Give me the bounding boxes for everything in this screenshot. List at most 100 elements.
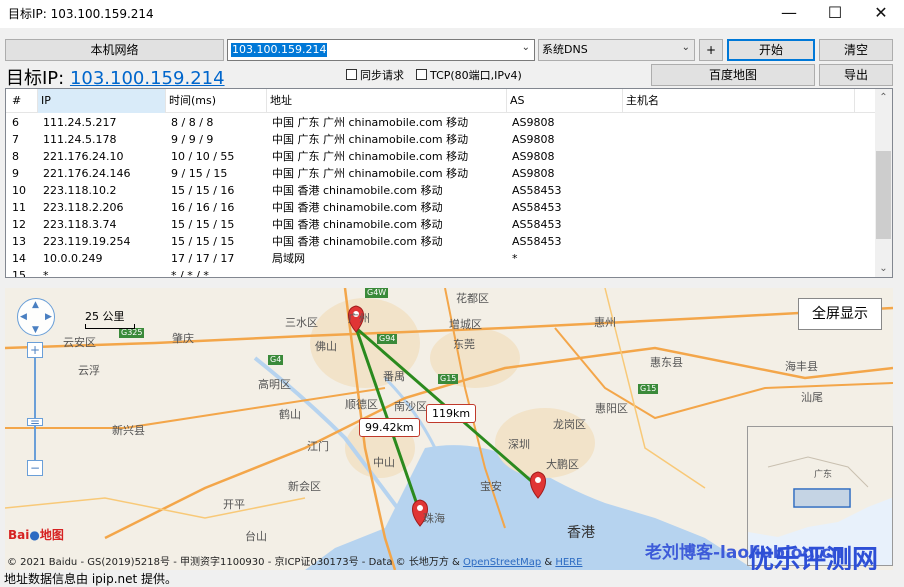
cell-index: 14 (12, 252, 26, 265)
cell-as: AS58453 (512, 184, 562, 197)
table-row[interactable]: 8 221.176.24.10 10 / 10 / 55 中国 广东 广州 china… (6, 148, 876, 165)
chevron-down-icon: ⌄ (681, 42, 690, 53)
cell-index: 13 (12, 235, 26, 248)
target-ip-link[interactable]: 103.100.159.214 (70, 68, 225, 89)
map-copyright: © 2021 Baidu - GS(2019)5218号 - 甲测资字11009… (7, 553, 582, 568)
place-panyu: 番禺 (383, 370, 405, 383)
place-nansha: 南沙区 (394, 400, 427, 413)
place-heshan: 鹤山 (279, 408, 301, 421)
table-row[interactable]: 10 223.118.10.2 15 / 15 / 16 中国 香港 chinamob… (6, 182, 876, 199)
place-huadu: 花都区 (456, 292, 489, 305)
cell-address: 中国 香港 chinamobile.com 移动 (272, 201, 443, 214)
table-row[interactable]: 13 223.119.19.254 15 / 15 / 15 中国 香港 chinam… (6, 233, 876, 250)
cell-as: AS9808 (512, 150, 555, 163)
distance-label-hongkong: 119km (426, 404, 477, 423)
here-link[interactable]: HERE (555, 557, 582, 568)
tcp-checkbox[interactable]: TCP(80端口,IPv4) (416, 67, 522, 83)
cell-ip: 221.176.24.10 (43, 150, 124, 163)
table-row[interactable]: 12 223.118.3.74 15 / 15 / 15 中国 香港 chinamob… (6, 216, 876, 233)
pan-up-icon[interactable]: ▲ (32, 300, 39, 310)
ip-input-value: 103.100.159.214 (231, 43, 328, 57)
header-address[interactable]: 地址 (267, 89, 507, 113)
table-row[interactable]: 14 10.0.0.249 17 / 17 / 17 局域网 * (6, 250, 876, 267)
place-haifeng: 海丰县 (785, 360, 818, 373)
close-button[interactable]: ✕ (858, 0, 904, 28)
osm-link[interactable]: OpenStreetMap (463, 557, 541, 568)
fullscreen-button[interactable]: 全屏显示 (798, 298, 882, 330)
map-zoom-control[interactable]: + = − (27, 342, 43, 482)
header-index[interactable]: # (6, 89, 38, 113)
dns-select-value: 系统DNS (542, 43, 588, 56)
baidu-map-button[interactable]: 百度地图 (651, 64, 815, 86)
cell-time: 15 / 15 / 15 (171, 218, 235, 231)
place-dapeng: 大鹏区 (546, 458, 579, 471)
table-row[interactable]: 7 111.24.5.178 9 / 9 / 9 中国 广东 广州 chinamobi… (6, 131, 876, 148)
table-row[interactable]: 9 221.176.24.146 9 / 15 / 15 中国 广东 广州 china… (6, 165, 876, 182)
scroll-up-icon[interactable]: ⌃ (875, 89, 892, 106)
zoom-out-button[interactable]: − (27, 460, 43, 476)
cell-ip: 10.0.0.249 (43, 252, 103, 265)
sync-request-label: 同步请求 (360, 69, 404, 82)
cell-time: 17 / 17 / 17 (171, 252, 235, 265)
road-sign-g4: G4 (268, 355, 284, 365)
scroll-down-icon[interactable]: ⌄ (875, 260, 892, 277)
dns-select[interactable]: 系统DNS ⌄ (538, 39, 695, 61)
cell-index: 12 (12, 218, 26, 231)
cell-index: 7 (12, 133, 19, 146)
road-sign-g94: G94 (377, 334, 398, 344)
export-button[interactable]: 导出 (819, 64, 893, 86)
cell-ip: 223.118.10.2 (43, 184, 117, 197)
minimize-button[interactable]: — (766, 0, 812, 28)
baidu-logo-text: Bai (8, 528, 30, 542)
table-row[interactable]: 15 * * / * / * (6, 267, 876, 278)
cell-ip: 223.118.2.206 (43, 201, 124, 214)
zoom-track[interactable] (34, 358, 36, 466)
cell-address: 局域网 (272, 252, 305, 265)
place-sanshui: 三水区 (285, 316, 318, 329)
cell-index: 10 (12, 184, 26, 197)
map-pan-control[interactable]: ▲ ▼ ◀ ▶ (17, 298, 55, 336)
place-zhongshan: 中山 (373, 456, 395, 469)
place-longgang: 龙岗区 (553, 418, 586, 431)
pan-right-icon[interactable]: ▶ (45, 312, 52, 322)
cell-time: * / * / * (171, 269, 209, 278)
clear-button[interactable]: 清空 (819, 39, 893, 61)
local-network-button[interactable]: 本机网络 (5, 39, 224, 61)
header-time[interactable]: 时间(ms) (166, 89, 267, 113)
ip-input-combo[interactable]: 103.100.159.214 ⌄ (227, 39, 535, 61)
table-row[interactable]: 6 111.24.5.217 8 / 8 / 8 中国 广东 广州 chinamobi… (6, 114, 876, 131)
pan-down-icon[interactable]: ▼ (32, 325, 39, 335)
target-prefix: 目标IP: (6, 68, 70, 89)
title-bar: 目标IP: 103.100.159.214 — ☐ ✕ (0, 0, 904, 28)
header-ip[interactable]: IP (38, 89, 166, 113)
target-ip-label: 目标IP: 103.100.159.214 (6, 64, 225, 90)
trace-table[interactable]: # IP 时间(ms) 地址 AS 主机名 6 111.24.5.217 8 / 8… (5, 88, 893, 278)
cell-as: AS58453 (512, 235, 562, 248)
pan-left-icon[interactable]: ◀ (20, 312, 27, 322)
sync-request-checkbox[interactable]: 同步请求 (346, 67, 404, 83)
maximize-button[interactable]: ☐ (812, 0, 858, 28)
place-huiyang: 惠阳区 (595, 402, 628, 415)
zoom-slider-thumb[interactable]: = (27, 416, 43, 428)
place-shanwei: 汕尾 (801, 391, 823, 404)
header-as[interactable]: AS (507, 89, 623, 113)
road-sign-g325: G325 (119, 328, 145, 338)
place-guangzhou: 广州 (348, 312, 370, 325)
cell-ip: 221.176.24.146 (43, 167, 131, 180)
table-scrollbar[interactable]: ⌃ ⌄ (875, 89, 892, 277)
zoom-in-button[interactable]: + (27, 342, 43, 358)
scroll-thumb[interactable] (876, 151, 891, 239)
cell-index: 8 (12, 150, 19, 163)
place-huizhou: 惠州 (594, 316, 616, 329)
map-scale-bar (85, 324, 135, 329)
table-row[interactable]: 11 223.118.2.206 16 / 16 / 16 中国 香港 chinamo… (6, 199, 876, 216)
header-hostname[interactable]: 主机名 (623, 89, 855, 113)
app-window: 目标IP: 103.100.159.214 — ☐ ✕ 本机网络 103.100… (0, 0, 904, 587)
cell-time: 15 / 15 / 16 (171, 184, 235, 197)
baidu-map[interactable]: 广州 佛山 东莞 深圳 香港 珠海 中山 江门 惠州 肇庆 顺德区 南沙区 番禺… (5, 288, 893, 570)
add-button[interactable]: + (699, 39, 723, 61)
cell-address: 中国 香港 chinamobile.com 移动 (272, 218, 443, 231)
place-gaoming: 高明区 (258, 378, 291, 391)
start-button[interactable]: 开始 (727, 39, 815, 61)
cell-address: 中国 广东 广州 chinamobile.com 移动 (272, 116, 469, 129)
